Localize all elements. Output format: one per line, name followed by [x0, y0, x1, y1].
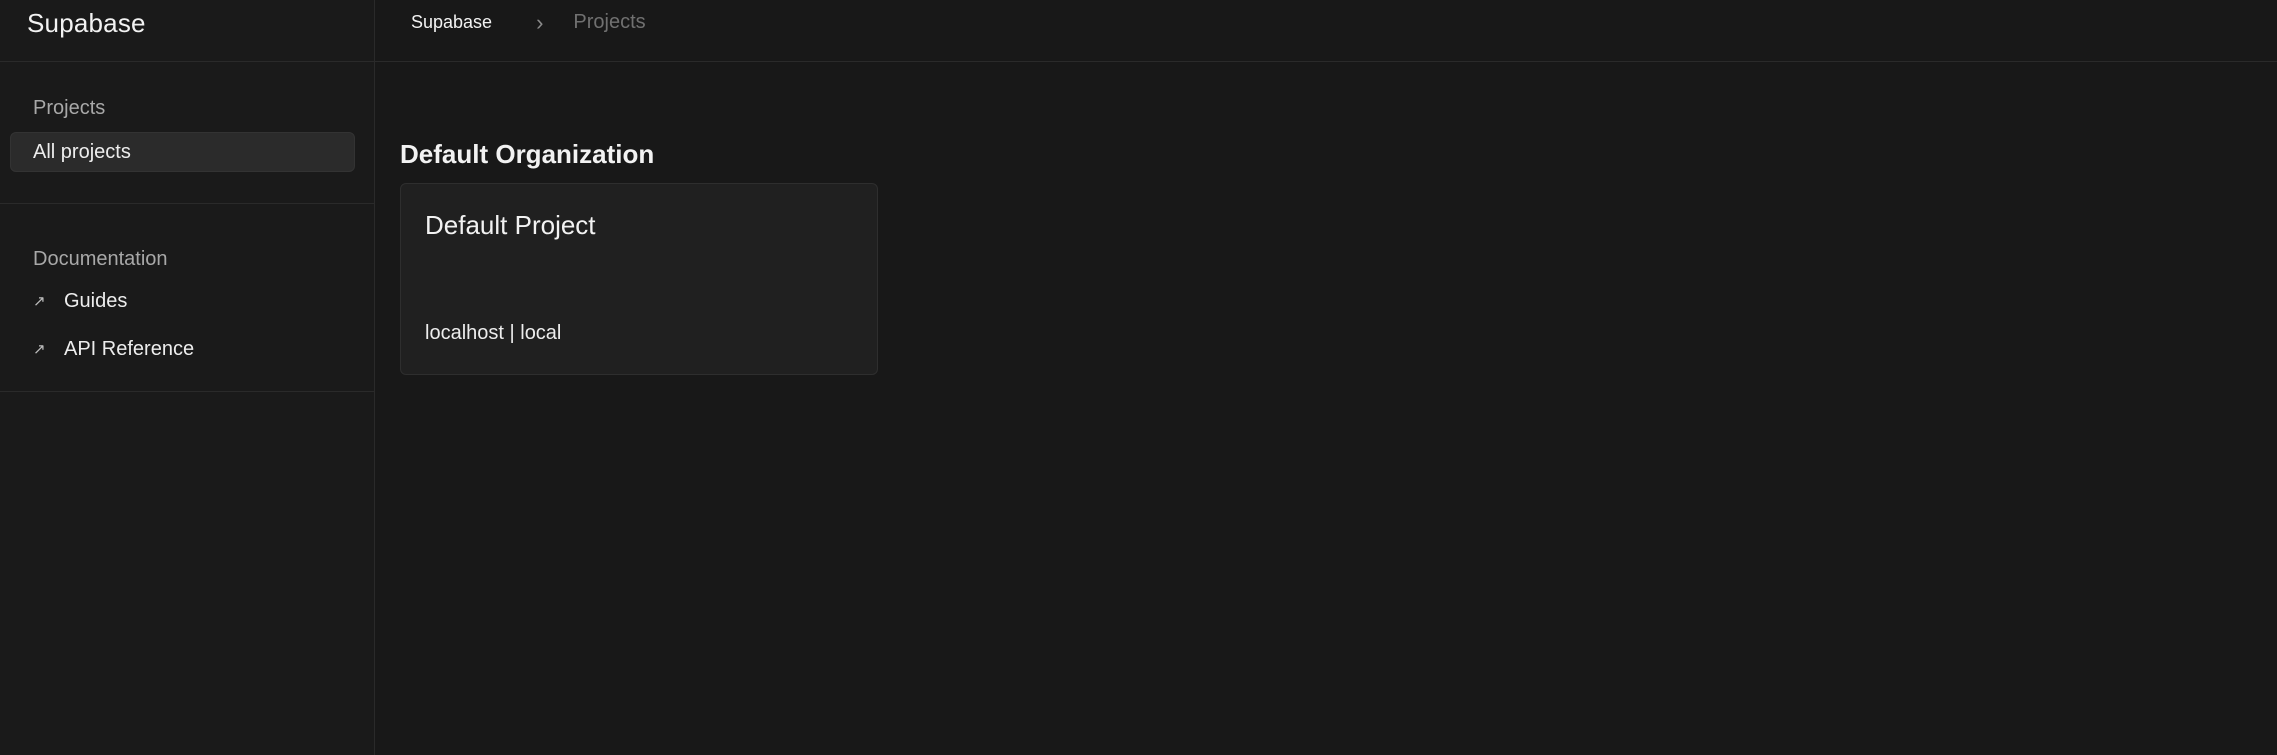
brand-logo[interactable]: Supabase — [0, 0, 374, 62]
sidebar-item-all-projects[interactable]: All projects — [10, 132, 355, 172]
app-root: Supabase Projects All projects Documenta… — [0, 0, 2277, 755]
project-name: Default Project — [425, 210, 596, 240]
project-meta: localhost | local — [425, 322, 562, 344]
main-content: Default Organization Default Project loc… — [375, 62, 2277, 755]
breadcrumb-root[interactable]: Supabase — [411, 12, 492, 33]
sidebar-item-label: API Reference — [64, 337, 195, 360]
sidebar-item-label: Guides — [64, 289, 128, 312]
external-arrow-icon: ↗ — [33, 341, 46, 358]
sidebar: Supabase Projects All projects Documenta… — [0, 0, 375, 755]
sidebar-section-projects: Projects All projects — [0, 62, 374, 204]
sidebar-item-guides[interactable]: ↗ Guides — [10, 281, 355, 321]
chevron-right-icon: › — [536, 9, 544, 35]
sidebar-item-label: All projects — [33, 140, 131, 163]
project-card[interactable]: Default Project localhost | local — [400, 183, 878, 375]
sidebar-section-documentation: Documentation ↗ Guides ↗ API Reference — [0, 204, 374, 392]
breadcrumb: Supabase › Projects — [375, 0, 2277, 62]
breadcrumb-current: Projects — [573, 11, 646, 33]
sidebar-item-api-reference[interactable]: ↗ API Reference — [10, 329, 355, 369]
organization-title: Default Organization — [400, 139, 655, 169]
sidebar-heading-projects: Projects — [33, 97, 106, 119]
external-arrow-icon: ↗ — [33, 293, 46, 310]
sidebar-heading-documentation: Documentation — [33, 248, 168, 270]
